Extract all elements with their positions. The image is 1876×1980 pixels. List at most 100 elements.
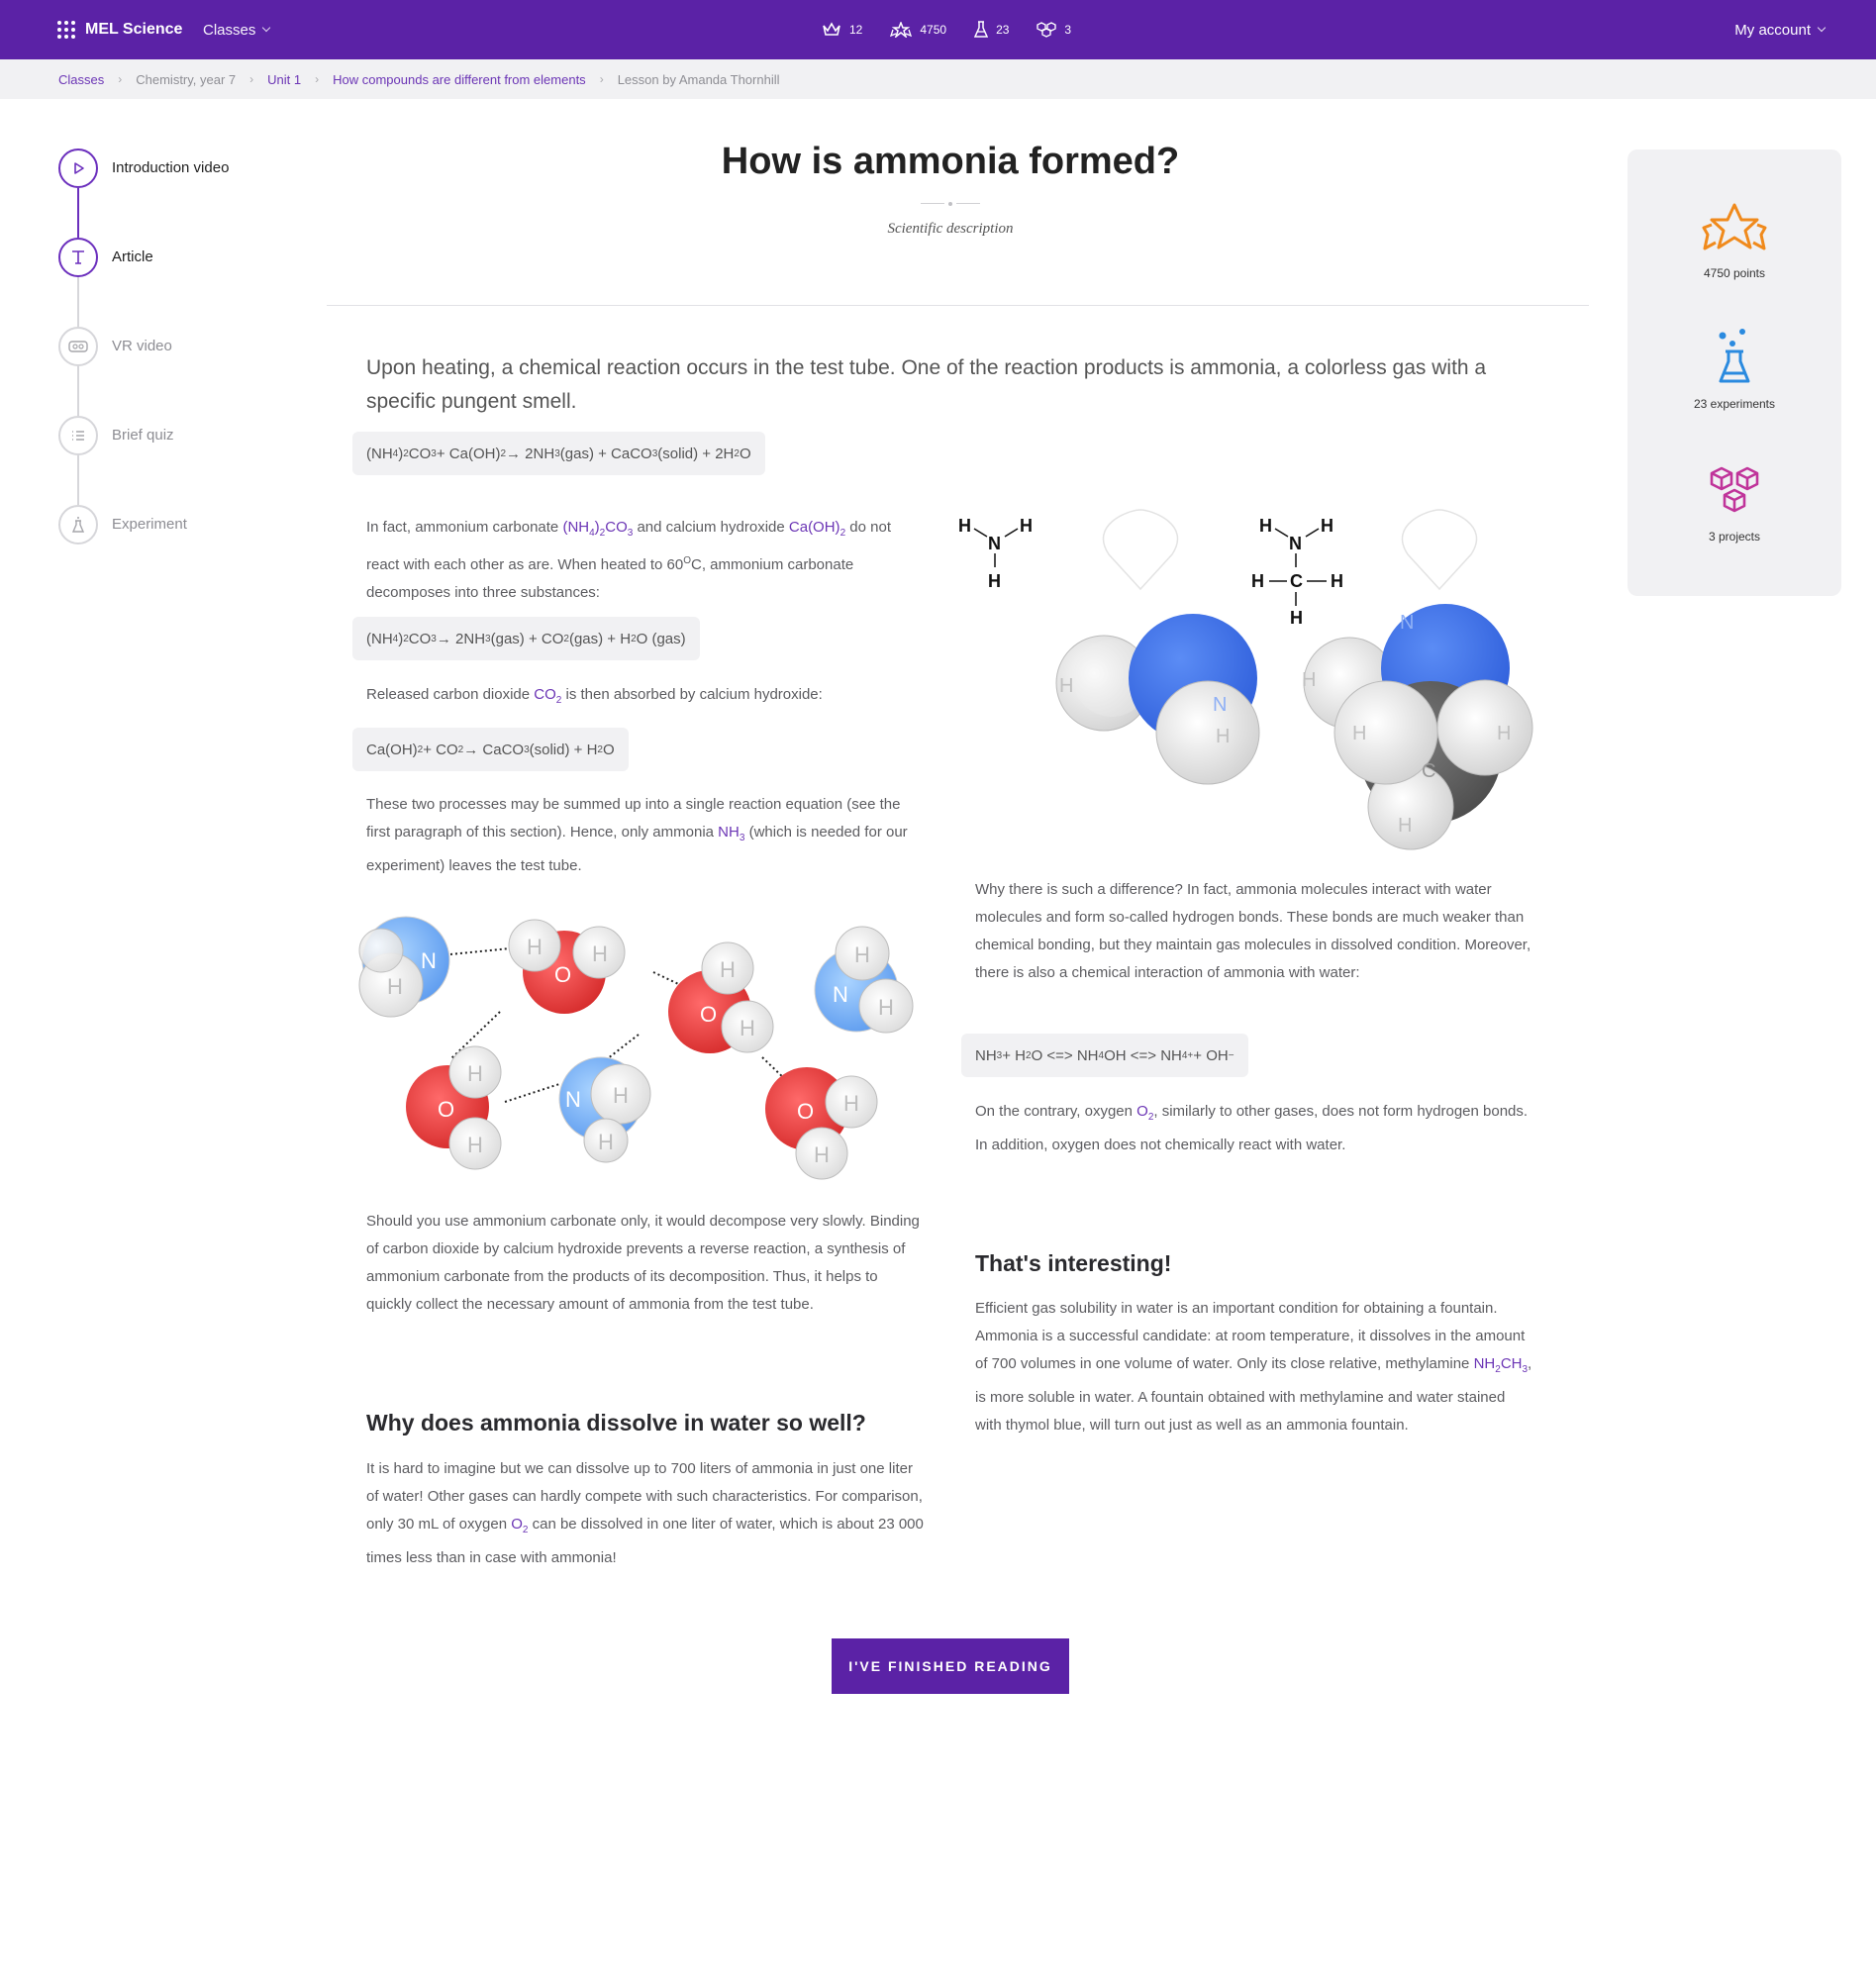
chevron-down-icon xyxy=(262,23,271,33)
atom-label-c: C xyxy=(1422,760,1435,782)
atom-label-o: O xyxy=(700,1002,717,1027)
atom-label-h: H xyxy=(1259,516,1272,536)
breadcrumb: Classes › Chemistry, year 7 › Unit 1 › H… xyxy=(0,59,1876,99)
sidebar-projects: 3 projects xyxy=(1628,464,1841,544)
eq-part: Ca(OH) xyxy=(366,741,418,758)
breadcrumb-topic[interactable]: How compounds are different from element… xyxy=(333,72,586,87)
step-circle xyxy=(58,148,98,188)
stat-crowns[interactable]: 12 xyxy=(822,22,862,38)
step-label: Experiment xyxy=(112,516,187,533)
chem-part: O xyxy=(511,1516,523,1533)
paragraph-solubility: It is hard to imagine but we can dissolv… xyxy=(366,1455,926,1572)
atom-label-h: H xyxy=(527,935,543,959)
eq-part: → 2NH xyxy=(436,630,486,647)
eq-part: OH <=> NH xyxy=(1104,1046,1182,1064)
apps-grid-icon xyxy=(57,21,75,39)
atom-label-h: H xyxy=(613,1083,629,1108)
atom-label-h: H xyxy=(1290,608,1303,628)
equation-overall-reaction: (NH 4) 2 CO 3 + Ca(OH) 2 → 2NH 3 (gas) + CaCO 3… xyxy=(352,432,765,475)
eq-part: (gas) + CO xyxy=(490,630,564,647)
chem-part: CO xyxy=(605,519,628,536)
degree-sign: O xyxy=(683,555,691,566)
text: Efficient gas solubility in water is an … xyxy=(975,1300,1526,1372)
eq-part: → 2NH xyxy=(506,445,555,462)
eq-part: + Ca(OH) xyxy=(436,445,501,462)
atom-label-n: N xyxy=(1289,534,1302,553)
step-experiment[interactable]: Experiment xyxy=(58,505,316,594)
chem-oxygen: O2 xyxy=(511,1516,528,1535)
finished-reading-button[interactable]: I'VE FINISHED READING xyxy=(832,1638,1069,1694)
experiments-label: 23 experiments xyxy=(1693,397,1776,411)
atom-label-h: H xyxy=(1398,815,1412,837)
stat-experiments-value: 23 xyxy=(996,23,1010,37)
atom-label-o: O xyxy=(438,1097,454,1122)
breadcrumb-separator: › xyxy=(315,72,320,86)
ammonia-methylamine-models: H H N H N H H H H N H C H H N H H H C H xyxy=(958,509,1533,850)
equation-ammonia-water: NH 3 + H2O <=> NH 4 OH <=> NH 4 + + OH − xyxy=(961,1034,1248,1077)
eq-part: NH xyxy=(975,1046,997,1064)
chem-oxygen: O2 xyxy=(1136,1103,1153,1123)
atom-label-n: N xyxy=(1213,694,1227,716)
step-vr-video[interactable]: VR video xyxy=(58,327,316,416)
eq-part: (solid) + H xyxy=(529,741,598,758)
chem-ammonium-carbonate: (NH4)2CO3 xyxy=(562,519,633,539)
atom-label-n: N xyxy=(1400,612,1414,634)
stat-experiments[interactable]: 23 xyxy=(974,21,1009,39)
text: On the contrary, oxygen xyxy=(975,1103,1137,1120)
brand-logo[interactable]: MEL Science xyxy=(57,0,182,59)
step-label: VR video xyxy=(112,338,172,354)
step-introduction-video[interactable]: Introduction video xyxy=(58,148,316,238)
stat-points-value: 4750 xyxy=(920,23,947,37)
eq-part: + CO xyxy=(423,741,458,758)
breadcrumb-unit[interactable]: Unit 1 xyxy=(267,72,301,87)
hydrogen-bonding-illustration: H N H H O H H O H H N H H O H H N H H O xyxy=(358,916,914,1180)
stat-projects[interactable]: 3 xyxy=(1037,21,1071,39)
atom-label-n: N xyxy=(833,982,848,1007)
atom-label-o: O xyxy=(554,962,571,987)
stat-projects-value: 3 xyxy=(1064,23,1072,37)
flask-icon xyxy=(974,21,989,38)
equation-absorption: Ca(OH) 2 + CO 2 → CaCO 3 (solid) + H2O xyxy=(352,728,629,771)
eq-part: (gas) + H xyxy=(568,630,632,647)
header-divider xyxy=(327,305,1589,306)
cubes-icon xyxy=(1710,466,1759,513)
breadcrumb-lesson: Lesson by Amanda Thornhill xyxy=(617,71,780,87)
equation-decomposition: (NH 4) 2 CO 3 → 2NH 3 (gas) + CO 2 (gas) + H2O… xyxy=(352,617,700,660)
eq-part: CO xyxy=(408,445,432,462)
step-circle xyxy=(58,327,98,366)
classes-menu[interactable]: Classes xyxy=(203,0,271,59)
account-menu[interactable]: My account xyxy=(1734,0,1827,59)
atom-label-n: N xyxy=(988,534,1001,553)
breadcrumb-course: Chemistry, year 7 xyxy=(136,71,237,87)
paragraph-oxygen: On the contrary, oxygen O2, similarly to… xyxy=(975,1098,1534,1159)
text: Released carbon dioxide xyxy=(366,686,535,703)
stat-points[interactable]: 4750 xyxy=(890,22,946,38)
breadcrumb-classes[interactable]: Classes xyxy=(58,72,104,87)
text: In fact, ammonium carbonate xyxy=(366,519,563,536)
atom-label-h: H xyxy=(1497,723,1511,744)
atom-label-h: H xyxy=(467,1133,483,1157)
brand-name: MEL Science xyxy=(85,21,183,38)
atom-label-c: C xyxy=(1290,571,1303,591)
points-label: 4750 points xyxy=(1703,266,1766,280)
chem-carbon-dioxide: CO2 xyxy=(534,686,561,706)
text-icon xyxy=(72,250,84,264)
lesson-steps: Introduction video Article VR video Brie… xyxy=(58,148,316,594)
eq-part: + OH xyxy=(1193,1046,1229,1064)
structural-formula-methylamine: H H N H C H H xyxy=(1251,516,1343,628)
atom-label-h: H xyxy=(988,571,1001,591)
step-circle xyxy=(58,416,98,455)
eq-part: (gas) + CaCO xyxy=(559,445,652,462)
step-brief-quiz[interactable]: Brief quiz xyxy=(58,416,316,505)
step-article[interactable]: Article xyxy=(58,238,316,327)
paragraph-fountain: Efficient gas solubility in water is an … xyxy=(975,1295,1534,1439)
eq-part: (NH xyxy=(366,630,393,647)
top-navigation-bar: MEL Science Classes 12 4750 23 3 My acco… xyxy=(0,0,1876,59)
cubes-icon xyxy=(1037,22,1057,38)
atom-label-h: H xyxy=(843,1091,859,1116)
list-icon xyxy=(72,431,84,441)
stars-icon xyxy=(1702,203,1767,250)
atom-label-h: H xyxy=(598,1130,614,1154)
eq-part: + H xyxy=(1002,1046,1026,1064)
page-subtitle: Scientific description xyxy=(887,221,1014,237)
